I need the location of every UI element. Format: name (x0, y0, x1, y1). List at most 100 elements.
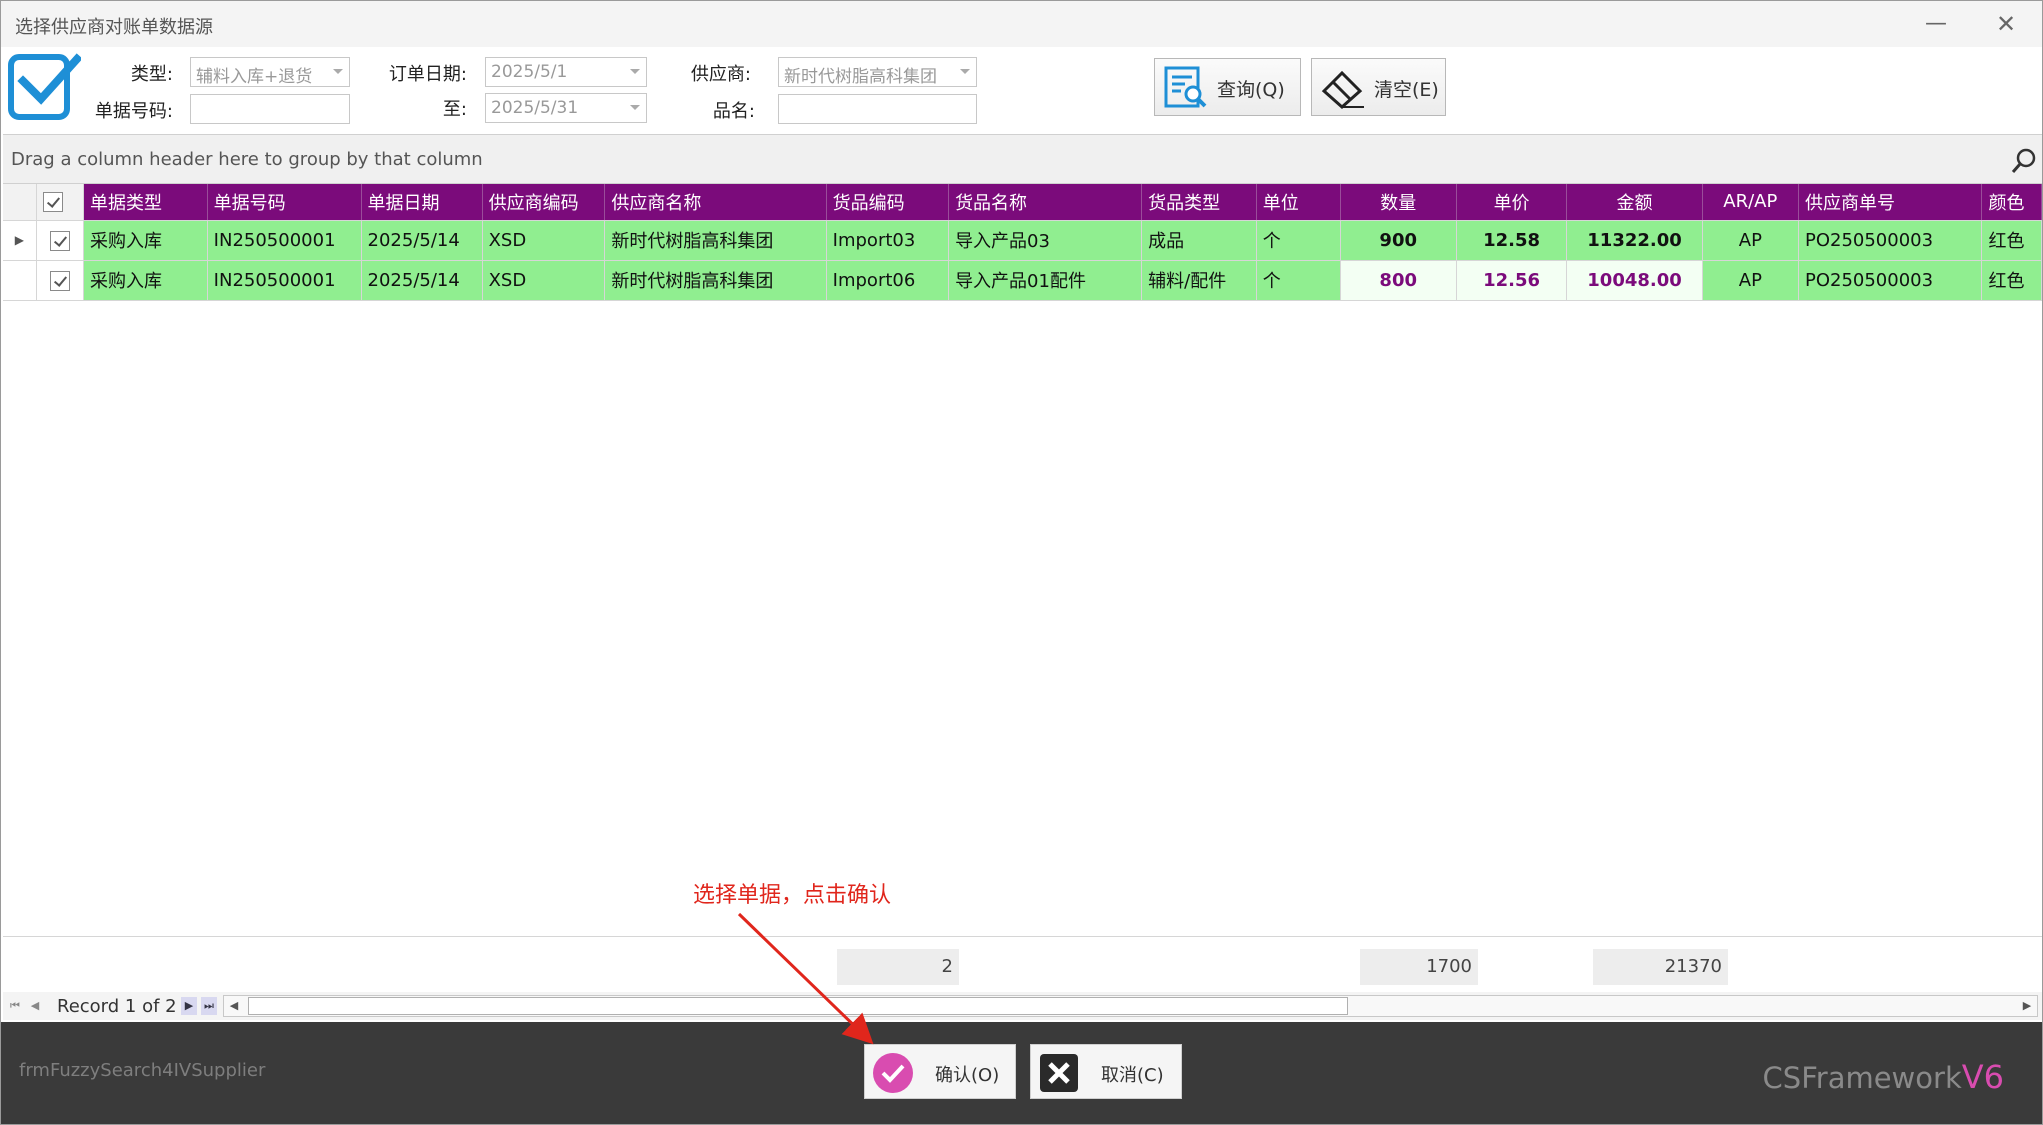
cell-doc-date[interactable]: 2025/5/14 (361, 260, 483, 301)
order-date-to-picker[interactable]: 2025/5/31 (485, 93, 647, 123)
first-record-icon[interactable]: ⏮ (7, 997, 23, 1015)
cell-qty[interactable]: 900 (1340, 220, 1457, 261)
clear-button[interactable]: 清空(E) (1311, 58, 1446, 116)
column-header[interactable]: 单据号码 (207, 184, 362, 221)
cell-color[interactable]: 红色 (1981, 220, 2042, 261)
bottom-action-bar: frmFuzzySearch4IVSupplier 确认(O) 取消(C) CS… (1, 1022, 2042, 1124)
column-header[interactable]: 单位 (1256, 184, 1341, 221)
type-label: 类型: (130, 64, 173, 85)
cell-doc-no[interactable]: IN250500001 (207, 220, 362, 261)
order-date-from-value: 2025/5/1 (491, 62, 568, 82)
horizontal-scrollbar[interactable]: ◀ ▶ (223, 995, 2038, 1017)
table-row[interactable]: 采购入库 IN250500001 2025/5/14 XSD 新时代树脂高科集团… (3, 260, 2042, 301)
cell-product-name[interactable]: 导入产品01配件 (948, 260, 1143, 301)
order-date-label: 订单日期: (388, 64, 467, 85)
scroll-left-icon[interactable]: ◀ (224, 996, 244, 1016)
query-button[interactable]: 查询(Q) (1154, 58, 1301, 116)
select-all-checkbox[interactable] (36, 184, 84, 221)
table-row[interactable]: ▶ 采购入库 IN250500001 2025/5/14 XSD 新时代树脂高科… (3, 220, 2042, 261)
cell-arap[interactable]: AP (1702, 220, 1799, 261)
cell-amount[interactable]: 11322.00 (1566, 220, 1703, 261)
form-name: frmFuzzySearch4IVSupplier (19, 1060, 266, 1081)
column-header[interactable]: AR/AP (1702, 184, 1799, 221)
doc-no-input[interactable] (190, 94, 350, 124)
column-header[interactable]: 单据类型 (83, 184, 208, 221)
cell-supplier-name[interactable]: 新时代树脂高科集团 (604, 260, 827, 301)
cell-unit[interactable]: 个 (1256, 220, 1341, 261)
column-header[interactable]: 供应商名称 (604, 184, 827, 221)
prev-record-icon[interactable]: ◀ (27, 997, 43, 1015)
scrollbar-thumb[interactable] (248, 997, 1348, 1015)
row-checkbox[interactable] (36, 220, 84, 261)
checklist-logo-icon (8, 53, 81, 120)
cell-product-code[interactable]: Import03 (826, 220, 950, 261)
cell-product-name[interactable]: 导入产品03 (948, 220, 1143, 261)
cell-supplier-order[interactable]: PO250500003 (1798, 220, 1983, 261)
cell-color[interactable]: 红色 (1981, 260, 2042, 301)
checkbox-checked-icon (42, 192, 63, 213)
column-header[interactable]: 单据日期 (361, 184, 483, 221)
window-title: 选择供应商对账单数据源 (15, 17, 213, 38)
column-header[interactable]: 颜色 (1981, 184, 2042, 221)
minimize-button[interactable]: — (1916, 9, 1956, 39)
cell-unit[interactable]: 个 (1256, 260, 1341, 301)
product-name-label: 品名: (712, 101, 755, 122)
cell-doc-no[interactable]: IN250500001 (207, 260, 362, 301)
cell-amount[interactable]: 10048.00 (1566, 260, 1703, 301)
cell-price[interactable]: 12.56 (1456, 260, 1568, 301)
next-record-icon[interactable]: ▶ (181, 997, 197, 1015)
cell-product-type[interactable]: 成品 (1141, 220, 1257, 261)
column-header[interactable]: 货品类型 (1141, 184, 1257, 221)
cell-product-type[interactable]: 辅料/配件 (1141, 260, 1257, 301)
cell-arap[interactable]: AP (1702, 260, 1799, 301)
column-header[interactable]: 货品编码 (826, 184, 950, 221)
row-checkbox[interactable] (36, 260, 84, 301)
summary-amount-total: 21370 (1593, 949, 1728, 985)
column-header[interactable]: 供应商单号 (1798, 184, 1983, 221)
chevron-down-icon (960, 69, 970, 74)
cell-supplier-order[interactable]: PO250500003 (1798, 260, 1983, 301)
checkbox-checked-icon (49, 270, 70, 291)
annotation-text: 选择单据，点击确认 (693, 883, 892, 908)
confirm-button-label: 确认(O) (935, 1065, 1000, 1086)
column-header[interactable]: 单价 (1456, 184, 1568, 221)
record-navigator: ⏮ ◀ Record 1 of 2 ▶ ⏭ ◀ ▶ (3, 992, 2042, 1020)
current-row-indicator-icon: ▶ (3, 220, 37, 261)
cell-doc-type[interactable]: 采购入库 (83, 220, 208, 261)
cell-doc-date[interactable]: 2025/5/14 (361, 220, 483, 261)
cell-qty[interactable]: 800 (1340, 260, 1457, 301)
chevron-down-icon (630, 105, 640, 110)
search-document-icon (1164, 66, 1207, 108)
search-icon[interactable] (2010, 147, 2038, 175)
column-header[interactable]: 供应商编码 (482, 184, 606, 221)
doc-no-label: 单据号码: (94, 101, 173, 122)
group-by-panel[interactable]: Drag a column header here to group by th… (3, 134, 2042, 184)
order-date-from-picker[interactable]: 2025/5/1 (485, 57, 647, 87)
cell-supplier-name[interactable]: 新时代树脂高科集团 (604, 220, 827, 261)
scroll-right-icon[interactable]: ▶ (2017, 996, 2037, 1016)
brand-version: V6 (1961, 1058, 2004, 1096)
cell-price[interactable]: 12.58 (1456, 220, 1568, 261)
type-select[interactable]: 辅料入库+退货 (190, 57, 350, 87)
chevron-down-icon (630, 69, 640, 74)
grid-table: 单据类型 单据号码 单据日期 供应商编码 供应商名称 货品编码 货品名称 货品类… (3, 184, 2042, 301)
cancel-button[interactable]: 取消(C) (1030, 1044, 1182, 1099)
confirm-button[interactable]: 确认(O) (864, 1044, 1016, 1099)
summary-qty-total: 1700 (1360, 949, 1478, 985)
column-header[interactable]: 货品名称 (948, 184, 1143, 221)
record-counter: Record 1 of 2 (57, 996, 177, 1017)
grid-header-row: 单据类型 单据号码 单据日期 供应商编码 供应商名称 货品编码 货品名称 货品类… (3, 184, 2042, 221)
supplier-select[interactable]: 新时代树脂高科集团 (778, 57, 977, 87)
cell-doc-type[interactable]: 采购入库 (83, 260, 208, 301)
clear-button-label: 清空(E) (1374, 79, 1439, 101)
column-header[interactable]: 金额 (1566, 184, 1703, 221)
row-indicator (3, 260, 37, 301)
cell-product-code[interactable]: Import06 (826, 260, 950, 301)
cell-supplier-code[interactable]: XSD (482, 220, 606, 261)
last-record-icon[interactable]: ⏭ (201, 997, 217, 1015)
order-date-to-value: 2025/5/31 (491, 98, 579, 118)
close-button[interactable]: ✕ (1986, 9, 2026, 39)
product-name-input[interactable] (778, 94, 977, 124)
cell-supplier-code[interactable]: XSD (482, 260, 606, 301)
column-header[interactable]: 数量 (1340, 184, 1457, 221)
